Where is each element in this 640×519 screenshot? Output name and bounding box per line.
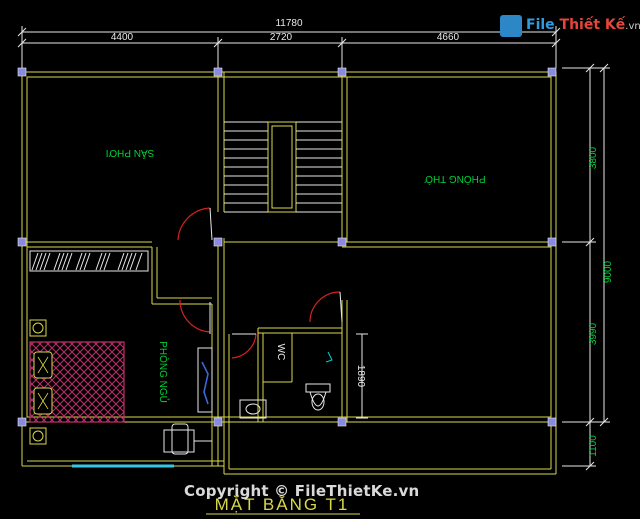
wc-fixtures bbox=[239, 351, 333, 419]
copyright-watermark: Copyright © FileThietKe.vn bbox=[184, 482, 420, 500]
dim-segment-2: 2720 bbox=[270, 32, 293, 43]
wardrobe bbox=[29, 250, 149, 272]
dim-right-3990: 3990 bbox=[588, 322, 599, 345]
dim-right-1100: 1100 bbox=[588, 435, 599, 457]
bed bbox=[29, 319, 125, 445]
staircase bbox=[224, 121, 342, 213]
room-label-worship: PHÒNG THỜ bbox=[424, 173, 486, 186]
logo-word-file: File bbox=[526, 17, 555, 33]
doors bbox=[177, 207, 343, 359]
dim-wc-depth: 1890 bbox=[355, 365, 366, 388]
watermark-logo: File Thiết Kế.vn bbox=[500, 14, 640, 40]
logo-text: File Thiết Kế.vn bbox=[526, 17, 640, 33]
dim-segment-3: 4660 bbox=[437, 32, 460, 43]
floor-plan-drawing: 11780 4400 2720 4660 3800 9000 3990 1100 bbox=[17, 18, 614, 515]
dim-right-3800: 3800 bbox=[588, 146, 599, 169]
room-label-living: SẢN PHƠI bbox=[106, 147, 155, 160]
logo-icon bbox=[500, 15, 522, 37]
dim-total-width: 11780 bbox=[275, 18, 303, 29]
dim-segment-1: 4400 bbox=[111, 32, 134, 43]
logo-word-thietke: Thiết Kế bbox=[559, 17, 626, 33]
dim-right-9000: 9000 bbox=[603, 260, 614, 283]
room-label-wc: WC bbox=[275, 344, 286, 361]
room-label-bedroom: PHÒNG NGỦ bbox=[157, 341, 170, 403]
logo-suffix: .vn bbox=[625, 21, 640, 32]
desk-chair bbox=[163, 347, 213, 455]
